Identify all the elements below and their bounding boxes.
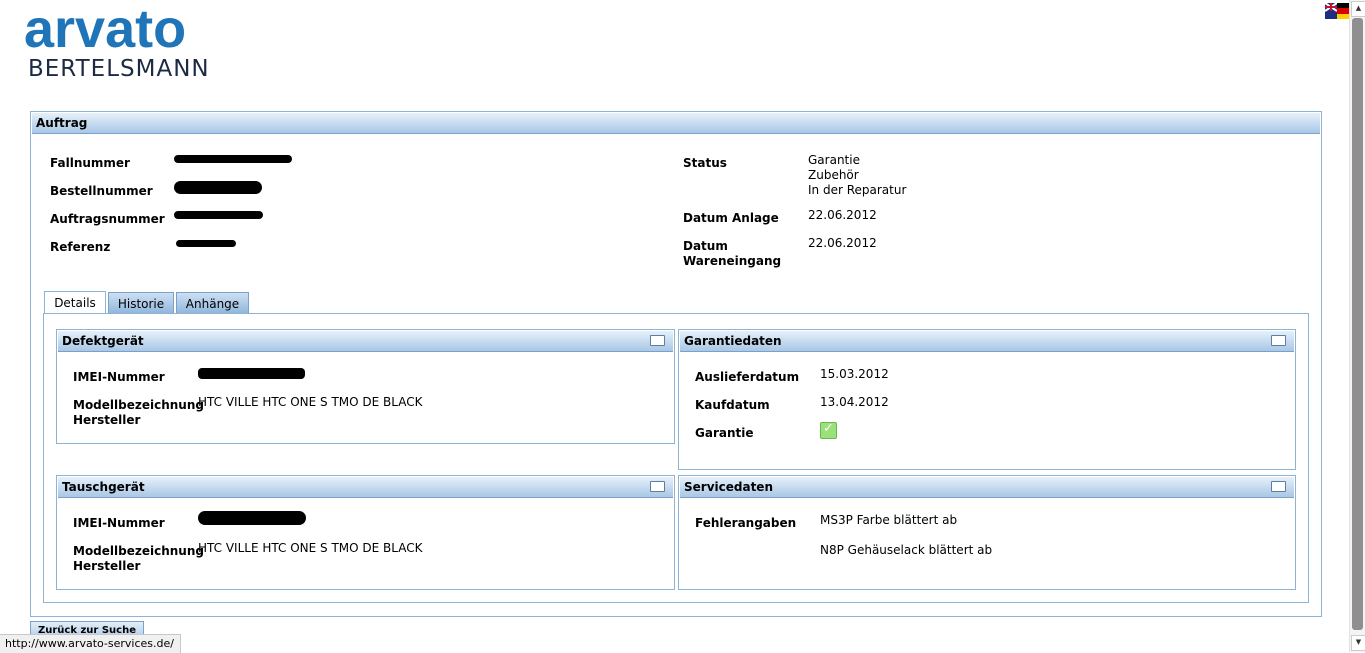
bestellnummer-redacted	[174, 181, 262, 194]
bestellnummer-label: Bestellnummer	[50, 184, 153, 198]
logo-sub: BERTELSMANN	[28, 56, 210, 82]
auftragsnummer-redacted	[174, 211, 263, 219]
checkmark-icon: ✓	[820, 421, 837, 439]
tausch-imei-redacted	[198, 511, 306, 525]
defekt-hersteller-label: Hersteller	[73, 413, 141, 427]
auftrag-header: Auftrag	[32, 113, 1320, 134]
logo-brand: arvato	[24, 0, 187, 59]
defektgeraet-panel: Defektgerät	[56, 329, 675, 444]
defekt-imei-label: IMEI-Nummer	[73, 370, 165, 384]
garantie-label: Garantie	[695, 426, 754, 440]
tab-anhaenge[interactable]: Anhänge	[176, 292, 249, 314]
servicedaten-title: Servicedaten	[684, 480, 773, 494]
garantiedaten-header: Garantiedaten	[680, 331, 1294, 352]
tab-details[interactable]: Details	[44, 291, 106, 314]
defektgeraet-title: Defektgerät	[62, 334, 144, 348]
datum-wareneingang-label-2: Wareneingang	[683, 254, 782, 268]
tausch-hersteller-label: Hersteller	[73, 559, 141, 573]
browser-status-url: http://www.arvato-services.de/	[0, 634, 181, 653]
collapse-icon[interactable]	[650, 481, 665, 492]
garantiedaten-title: Garantiedaten	[684, 334, 782, 348]
tauschgeraet-header: Tauschgerät	[58, 477, 673, 498]
tausch-modell-label: Modellbezeichnung	[73, 544, 204, 558]
defekt-modell-label: Modellbezeichnung	[73, 398, 204, 412]
fehler-value-2: N8P Gehäuselack blättert ab	[820, 543, 993, 557]
status-value-3: In der Reparatur	[808, 183, 907, 197]
datum-wareneingang-label-1: Datum	[683, 239, 728, 253]
datum-anlage-label: Datum Anlage	[683, 211, 779, 225]
scroll-up-icon[interactable]: ▲	[1351, 1, 1365, 17]
collapse-icon[interactable]	[650, 335, 665, 346]
status-value-2: Zubehör	[808, 168, 859, 182]
auslieferdatum-label: Auslieferdatum	[695, 370, 800, 384]
auslieferdatum-value: 15.03.2012	[820, 367, 889, 381]
servicedaten-panel: Servicedaten	[678, 475, 1296, 590]
tab-historie[interactable]: Historie	[108, 292, 174, 314]
fehlerangaben-label: Fehlerangaben	[695, 516, 797, 530]
status-value-1: Garantie	[808, 153, 860, 167]
status-label: Status	[683, 156, 727, 170]
tausch-modell-value: HTC VILLE HTC ONE S TMO DE BLACK	[198, 541, 423, 555]
scroll-down-icon[interactable]: ▼	[1351, 635, 1365, 651]
collapse-icon[interactable]	[1271, 481, 1286, 492]
referenz-redacted	[176, 240, 236, 247]
language-flag-icon[interactable]	[1325, 3, 1349, 19]
defekt-modell-value: HTC VILLE HTC ONE S TMO DE BLACK	[198, 395, 423, 409]
tauschgeraet-title: Tauschgerät	[62, 480, 145, 494]
datum-wareneingang-value: 22.06.2012	[808, 236, 877, 250]
tausch-imei-label: IMEI-Nummer	[73, 516, 165, 530]
auftragsnummer-label: Auftragsnummer	[50, 212, 165, 226]
datum-anlage-value: 22.06.2012	[808, 208, 877, 222]
collapse-icon[interactable]	[1271, 335, 1286, 346]
auftrag-title: Auftrag	[36, 116, 88, 130]
referenz-label: Referenz	[50, 240, 111, 254]
fallnummer-redacted	[174, 155, 292, 163]
fallnummer-label: Fallnummer	[50, 156, 130, 170]
defektgeraet-header: Defektgerät	[58, 331, 673, 352]
arvato-logo[interactable]: arvato BERTELSMANN	[24, 2, 210, 82]
kaufdatum-value: 13.04.2012	[820, 395, 889, 409]
servicedaten-header: Servicedaten	[680, 477, 1294, 498]
garantiedaten-panel: Garantiedaten	[678, 329, 1296, 470]
kaufdatum-label: Kaufdatum	[695, 398, 770, 412]
scrollbar-thumb[interactable]	[1352, 18, 1363, 630]
vertical-scrollbar[interactable]: ▲ ▼	[1349, 0, 1365, 652]
defekt-imei-redacted	[198, 368, 305, 379]
tauschgeraet-panel: Tauschgerät	[56, 475, 675, 590]
fehler-value-1: MS3P Farbe blättert ab	[820, 513, 958, 527]
